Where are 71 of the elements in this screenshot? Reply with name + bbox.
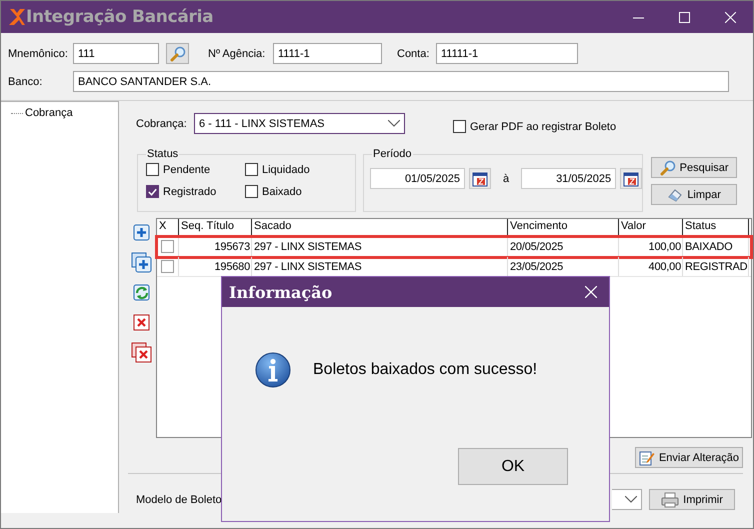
table-cell: 20/05/2025 (508, 237, 619, 256)
printer-icon (661, 492, 680, 508)
add-multiple-icon[interactable] (131, 252, 153, 274)
checkbox[interactable] (453, 120, 466, 133)
logo-icon (7, 7, 25, 27)
search-icon (660, 160, 676, 176)
calendar-button[interactable] (469, 168, 491, 189)
print-button[interactable]: Imprimir (649, 489, 735, 510)
field-label: Nº Agência: (208, 48, 266, 60)
send-button[interactable]: Enviar Alteração (635, 447, 743, 468)
field-label: Mnemônico: (8, 48, 69, 60)
column-header[interactable]: Vencimento (508, 219, 619, 236)
column-header[interactable]: Sacado (252, 219, 508, 236)
group-title: Período (372, 148, 413, 160)
table-cell: REGISTRAD (683, 257, 749, 276)
field-label: Banco: (8, 76, 44, 88)
delete-multiple-icon[interactable] (131, 342, 153, 364)
calendar-icon (472, 170, 488, 186)
date-field[interactable]: 31/05/2025 (521, 168, 616, 189)
input-field[interactable]: 11111-1 (436, 43, 578, 64)
row-checkbox[interactable] (161, 260, 174, 273)
input-field[interactable]: BANCO SANTANDER S.A. (73, 71, 729, 92)
chevron-icon (625, 496, 637, 503)
table-cell: 297 - LINX SISTEMAS (252, 237, 508, 256)
range-separator: à (503, 172, 510, 184)
dropdown[interactable]: 6 - 111 - LINX SISTEMAS (194, 113, 405, 134)
search-button[interactable]: Pesquisar (651, 157, 738, 178)
tree-item[interactable]: Cobrança (25, 107, 73, 119)
table-cell: 400,00 (619, 257, 683, 276)
checkbox[interactable] (245, 163, 258, 176)
maximize-icon (678, 12, 690, 22)
checkbox-label: Gerar PDF ao registrar Boleto (470, 120, 616, 132)
checkbox[interactable] (245, 185, 258, 198)
checkbox[interactable] (146, 163, 159, 176)
date-field[interactable]: 01/05/2025 (370, 168, 465, 189)
checkbox[interactable] (146, 185, 159, 198)
dropdown[interactable] (612, 489, 642, 510)
clear-button[interactable]: Limpar (651, 184, 738, 205)
checkbox-label: Registrado (163, 186, 216, 198)
calendar-button[interactable] (620, 168, 642, 189)
table-cell: BAIXADO (683, 237, 749, 256)
table-cell: 100,00 (619, 237, 683, 256)
field-label: Modelo de Boleto (136, 494, 222, 506)
close-icon (724, 12, 736, 22)
input-field[interactable]: 111 (73, 43, 159, 64)
dialog-message: Boletos baixados com sucesso! (313, 361, 538, 379)
input-field[interactable]: 1111-1 (273, 43, 382, 64)
checkbox-label: Baixado (262, 186, 302, 198)
eraser-icon (667, 186, 684, 202)
checkbox-label: Pendente (163, 164, 210, 176)
row-checkbox[interactable] (161, 240, 174, 253)
calendar-icon (623, 170, 640, 186)
group-title: Status (146, 148, 180, 160)
close-icon (585, 286, 597, 298)
table-cell: 195673 (179, 237, 252, 256)
info-icon (255, 352, 291, 388)
ok-button[interactable]: OK (458, 448, 568, 485)
column-header[interactable]: Status (683, 219, 749, 236)
highlighted-row[interactable]: 195673 297 - LINX SISTEMAS 20/05/2025 100,00 BAIXADO (157, 237, 751, 257)
field-label: Cobrança: (136, 118, 188, 130)
field-label: Conta: (397, 48, 430, 60)
column-header[interactable]: Seq. Título (179, 219, 252, 236)
chevron-icon (388, 120, 400, 127)
column-header[interactable]: X (157, 219, 179, 236)
edit-icon (638, 450, 655, 466)
search-button[interactable] (166, 43, 189, 64)
column-header[interactable]: Valor (619, 219, 683, 236)
search-icon (170, 46, 186, 62)
dialog-title: Informação (229, 282, 332, 302)
checkbox-label: Liquidado (262, 164, 310, 176)
window-title: Integração Bancária (26, 7, 214, 27)
